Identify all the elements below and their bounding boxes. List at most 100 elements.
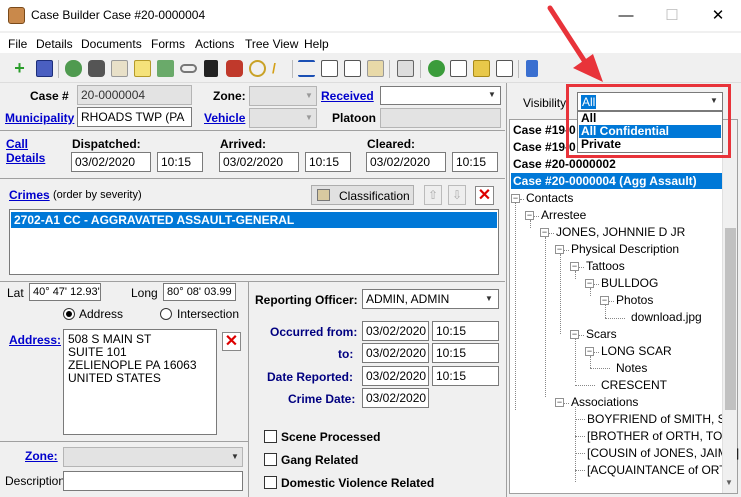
received-link[interactable]: Received — [321, 89, 374, 103]
collapse-icon[interactable]: − — [555, 245, 564, 254]
tree-node-arrestee[interactable]: Arrestee — [541, 208, 586, 222]
scrollbar-thumb[interactable] — [725, 228, 736, 410]
copy-icon[interactable] — [450, 60, 467, 77]
location-zone-select[interactable] — [63, 447, 243, 467]
refresh-icon[interactable] — [428, 60, 445, 77]
address-radio[interactable] — [63, 308, 75, 320]
collapse-icon[interactable]: − — [555, 398, 564, 407]
add-icon[interactable]: + — [11, 59, 28, 77]
dispatched-time-field[interactable]: 10:15 — [157, 152, 203, 172]
tree-node-photo-file[interactable]: download.jpg — [631, 310, 702, 324]
tree-node-photos[interactable]: Photos — [616, 293, 653, 307]
address-textarea[interactable]: 508 S MAIN ST SUITE 101 ZELIENOPLE PA 16… — [63, 329, 217, 435]
menu-help[interactable]: Help — [304, 37, 329, 51]
tree-scrollbar[interactable]: ▼ — [722, 120, 737, 493]
call-details-link[interactable]: Details — [6, 151, 45, 165]
move-up-button[interactable]: ⇧ — [424, 185, 442, 205]
call-details-link[interactable]: Call — [6, 137, 28, 151]
menu-actions[interactable]: Actions — [195, 37, 234, 51]
reporting-officer-select[interactable]: ADMIN, ADMIN — [362, 289, 499, 309]
municipality-link[interactable]: Municipality — [5, 111, 74, 125]
long-field[interactable]: 80° 08' 03.99 — [163, 283, 236, 301]
document-icon[interactable] — [111, 60, 128, 77]
pencil-icon[interactable]: / — [272, 60, 289, 77]
grid-icon[interactable] — [344, 60, 361, 77]
person-icon[interactable] — [65, 60, 82, 77]
tree-node-scars[interactable]: Scars — [586, 327, 617, 341]
classification-button[interactable]: Classification — [311, 185, 414, 205]
crime-date-field[interactable]: 03/02/2020 — [362, 388, 429, 408]
zone-link[interactable]: Zone: — [25, 449, 58, 463]
intersection-radio[interactable] — [160, 308, 172, 320]
date-reported-time-field[interactable]: 10:15 — [432, 366, 499, 386]
cleared-date-field[interactable]: 03/02/2020 — [366, 152, 446, 172]
collapse-icon[interactable]: − — [525, 211, 534, 220]
date-reported-date-field[interactable]: 03/02/2020 — [362, 366, 429, 386]
collapse-icon[interactable]: − — [585, 279, 594, 288]
occurred-to-date-field[interactable]: 03/02/2020 — [362, 343, 429, 363]
gang-related-checkbox[interactable] — [264, 453, 277, 466]
tree-node-association[interactable]: [ACQUAINTANCE of ORTH — [587, 463, 735, 477]
vehicle-icon[interactable] — [226, 60, 243, 77]
camera-icon[interactable] — [88, 60, 105, 77]
occurred-from-time-field[interactable]: 10:15 — [432, 321, 499, 341]
save-icon[interactable] — [36, 60, 53, 77]
occurred-to-time-field[interactable]: 10:15 — [432, 343, 499, 363]
crimes-list[interactable]: 2702-A1 CC - AGGRAVATED ASSAULT-GENERAL — [9, 209, 499, 275]
book-icon[interactable] — [526, 60, 538, 77]
delete-crime-button[interactable]: ✕ — [475, 186, 494, 205]
case-number-field[interactable]: 20-0000004 — [77, 85, 192, 105]
crimes-link[interactable]: Crimes — [9, 188, 50, 202]
tree-node-long-scar[interactable]: LONG SCAR — [601, 344, 672, 358]
occurred-from-date-field[interactable]: 03/02/2020 — [362, 321, 429, 341]
maximize-button[interactable]: ☐ — [649, 0, 695, 31]
description-field[interactable] — [63, 471, 243, 491]
lightbulb-icon[interactable] — [249, 60, 266, 77]
collapse-icon[interactable]: − — [600, 296, 609, 305]
tree-node-bulldog[interactable]: BULLDOG — [601, 276, 658, 290]
tree-node-physical-description[interactable]: Physical Description — [571, 242, 679, 256]
note-icon[interactable] — [134, 60, 151, 77]
tree-node-notes[interactable]: Notes — [616, 361, 647, 375]
platoon-field[interactable] — [380, 108, 501, 128]
municipality-field[interactable]: RHOADS TWP (PA — [77, 107, 192, 127]
tree-case-item-selected[interactable]: Case #20-0000004 (Agg Assault) — [511, 173, 728, 189]
tree-node-association[interactable]: [BROTHER of ORTH, TOM — [587, 429, 732, 443]
cleared-time-field[interactable]: 10:15 — [452, 152, 498, 172]
received-select[interactable] — [380, 86, 501, 105]
tree-node-association[interactable]: [COUSIN of JONES, JAIME] — [587, 446, 739, 460]
tree-node-tattoos[interactable]: Tattoos — [586, 259, 625, 273]
domestic-violence-checkbox[interactable] — [264, 476, 277, 489]
vehicle-link[interactable]: Vehicle — [204, 111, 245, 125]
menu-documents[interactable]: Documents — [81, 37, 142, 51]
folder-icon[interactable] — [473, 60, 490, 77]
collapse-icon[interactable]: − — [570, 262, 579, 271]
calendar-icon[interactable] — [321, 60, 338, 77]
scene-processed-checkbox[interactable] — [264, 430, 277, 443]
pages-icon[interactable] — [496, 60, 513, 77]
link-icon[interactable] — [180, 64, 197, 73]
prisoner-icon[interactable] — [204, 60, 218, 77]
hand-icon[interactable] — [157, 60, 174, 77]
scroll-down-icon[interactable]: ▼ — [725, 478, 733, 487]
timeline-icon[interactable] — [298, 60, 315, 77]
tree-node-contacts[interactable]: Contacts — [526, 191, 573, 205]
tree-node-associations[interactable]: Associations — [571, 395, 638, 409]
lat-field[interactable]: 40° 47' 12.93' — [29, 283, 101, 301]
tree-case-item[interactable]: Case #20-0000002 — [513, 157, 616, 171]
collapse-icon[interactable]: − — [570, 330, 579, 339]
tree-node-person[interactable]: JONES, JOHNNIE D JR — [556, 225, 685, 239]
menu-forms[interactable]: Forms — [151, 37, 185, 51]
clipboard-icon[interactable] — [397, 60, 414, 77]
case-tree[interactable]: Case #19-0 Case #19-0 Case #20-0000002 C… — [509, 119, 739, 494]
arrived-time-field[interactable]: 10:15 — [305, 152, 351, 172]
clear-address-button[interactable]: ✕ — [222, 332, 241, 351]
collapse-icon[interactable]: − — [540, 228, 549, 237]
tree-node-crescent[interactable]: CRESCENT — [601, 378, 667, 392]
menu-tree-view[interactable]: Tree View — [245, 37, 298, 51]
menu-file[interactable]: File — [8, 37, 27, 51]
collapse-icon[interactable]: − — [585, 347, 594, 356]
close-button[interactable]: ✕ — [695, 0, 741, 31]
menu-details[interactable]: Details — [36, 37, 73, 51]
tree-node-association[interactable]: BOYFRIEND of SMITH, SAI — [587, 412, 737, 426]
